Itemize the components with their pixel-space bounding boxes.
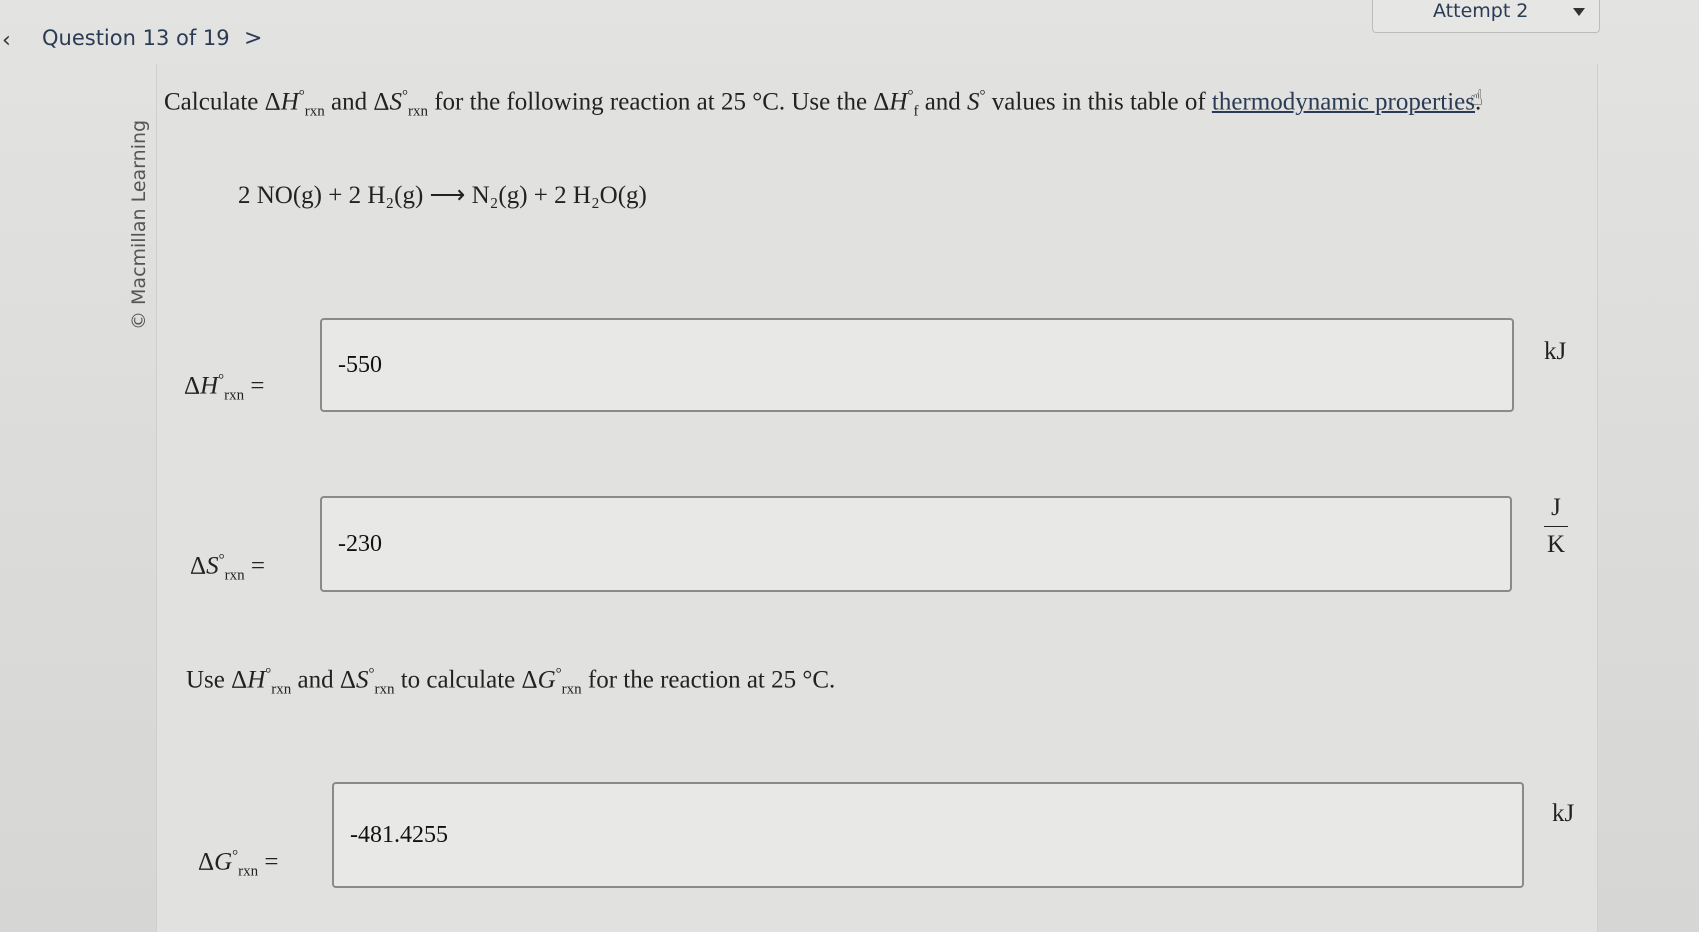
caret-down-icon [1573, 8, 1585, 16]
delta-h-unit: kJ [1544, 338, 1567, 365]
hand-pointer-icon: ☝ [1470, 86, 1484, 111]
next-question-chevron-icon[interactable]: > [244, 26, 262, 51]
back-chevron-icon[interactable]: ‹ [2, 28, 11, 53]
question-counter: Question 13 of 19 [42, 26, 230, 50]
top-bar: ‹ Question 13 of 19 > Attempt 2 [0, 0, 1699, 70]
instruction-text: Use ΔH°rxn and ΔS°rxn to calculate ΔG°rx… [186, 666, 836, 698]
attempt-dropdown[interactable]: Attempt 2 [1372, 0, 1600, 33]
reaction-equation: 2 NO(g) + 2 H₂(g) ⟶ N₂(g) + 2 H₂O(g) [238, 182, 647, 209]
delta-g-unit: kJ [1552, 800, 1575, 827]
question-prompt: Calculate ΔH°rxn and ΔS°rxn for the foll… [164, 88, 1482, 120]
delta-h-label: ΔH°rxn = [184, 372, 265, 404]
thermodynamic-properties-link[interactable]: thermodynamic properties [1212, 88, 1475, 115]
delta-s-unit: J K [1544, 494, 1568, 559]
copyright-watermark: © Macmillan Learning [128, 119, 150, 330]
delta-g-input[interactable] [332, 782, 1524, 888]
delta-s-label: ΔS°rxn = [190, 552, 265, 584]
page: ‹ Question 13 of 19 > Attempt 2 © Macmil… [0, 0, 1699, 932]
delta-g-label: ΔG°rxn = [198, 848, 279, 880]
attempt-label: Attempt 2 [1433, 0, 1529, 22]
delta-h-input[interactable] [320, 318, 1514, 412]
delta-s-input[interactable] [320, 496, 1512, 592]
